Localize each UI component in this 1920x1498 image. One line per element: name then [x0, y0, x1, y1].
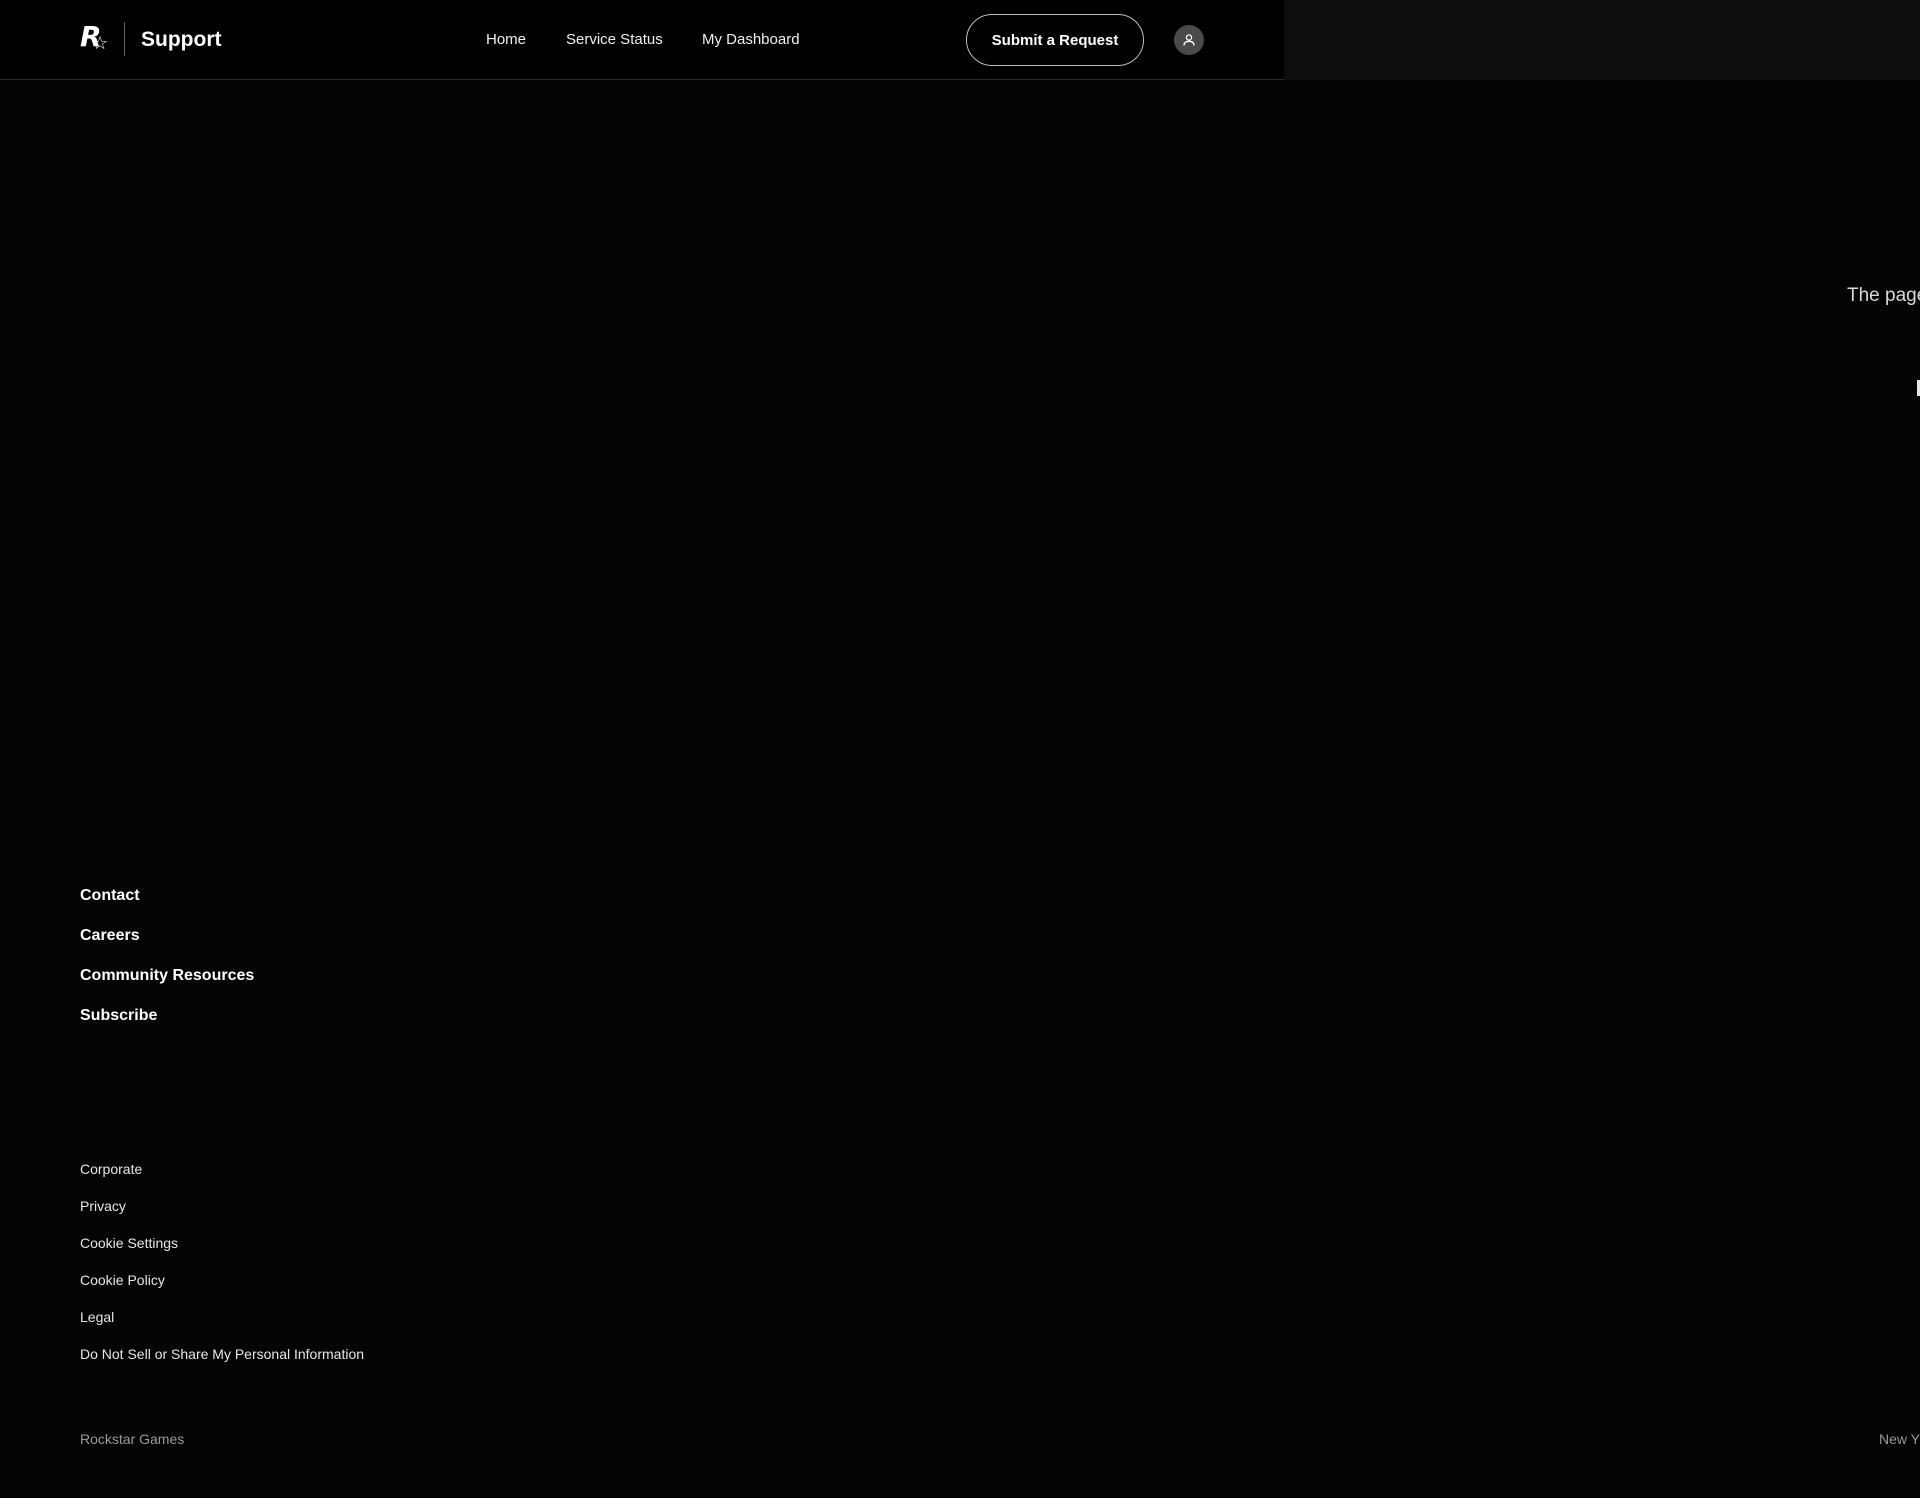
- nav-my-dashboard[interactable]: My Dashboard: [702, 30, 800, 50]
- brand-title[interactable]: Support: [141, 27, 221, 53]
- footer-link-subscribe[interactable]: Subscribe: [80, 1006, 157, 1026]
- footer-location: New Y: [1879, 1431, 1920, 1447]
- footer-link-cookie-settings[interactable]: Cookie Settings: [80, 1234, 178, 1252]
- footer-link-do-not-sell[interactable]: Do Not Sell or Share My Personal Informa…: [80, 1345, 364, 1363]
- rockstar-logo[interactable]: R ☆: [80, 22, 110, 56]
- footer-link-contact[interactable]: Contact: [80, 886, 140, 906]
- user-avatar-button[interactable]: [1174, 25, 1204, 55]
- nav-service-status[interactable]: Service Status: [566, 30, 663, 50]
- main-message: The page: [1847, 285, 1920, 306]
- footer-link-community-resources[interactable]: Community Resources: [80, 966, 254, 986]
- page: R ☆ Support Home Service Status My Dashb…: [0, 0, 1920, 1498]
- footer-link-legal[interactable]: Legal: [80, 1308, 114, 1326]
- submit-request-button[interactable]: Submit a Request: [966, 14, 1144, 66]
- logo-star-icon: ☆: [92, 33, 109, 54]
- nav-home[interactable]: Home: [486, 30, 526, 50]
- user-icon: [1183, 34, 1195, 46]
- top-header: R ☆ Support Home Service Status My Dashb…: [0, 0, 1284, 80]
- footer-copyright: Rockstar Games: [80, 1431, 185, 1447]
- logo-divider: [124, 22, 125, 56]
- footer-link-privacy[interactable]: Privacy: [80, 1197, 126, 1215]
- header-right-area: [1284, 0, 1920, 80]
- footer-link-cookie-policy[interactable]: Cookie Policy: [80, 1271, 165, 1289]
- footer-link-careers[interactable]: Careers: [80, 926, 140, 946]
- footer-link-corporate[interactable]: Corporate: [80, 1160, 142, 1178]
